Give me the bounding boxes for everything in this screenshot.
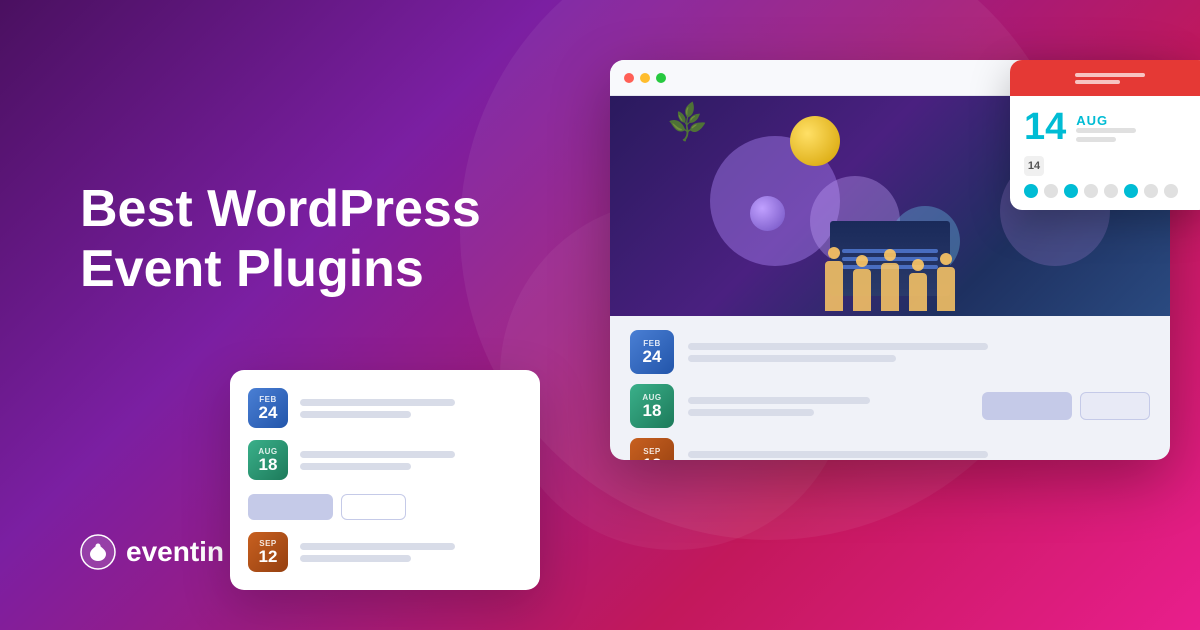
event-line-1a	[688, 343, 988, 350]
cal-dot-1	[1024, 184, 1038, 198]
event-line-2a	[688, 397, 870, 404]
card-line-3a	[300, 543, 455, 550]
calendar-month-area: AUG	[1076, 113, 1136, 142]
card-row-3: SEP 12	[248, 532, 522, 572]
card-line-3b	[300, 555, 411, 562]
event-line-2b	[688, 409, 814, 416]
card-day-2: 18	[259, 456, 278, 473]
hero-text-area: Best WordPress Event Plugins	[80, 180, 481, 300]
event-badge-2: AUG 18	[630, 384, 674, 428]
calendar-day-number: 14	[1024, 108, 1066, 146]
calendar-small-day: 14	[1024, 156, 1044, 176]
cal-line-b	[1076, 137, 1116, 142]
cal-dot-5	[1104, 184, 1118, 198]
people-illustration	[610, 226, 1170, 316]
action-btn-primary[interactable]	[982, 392, 1072, 420]
card-line-1a	[300, 399, 455, 406]
browser-event-list: FEB 24 AUG 18	[610, 316, 1170, 460]
card-line-1b	[300, 411, 411, 418]
cal-dot-7	[1144, 184, 1158, 198]
cal-header-line-1	[1075, 73, 1145, 77]
event-row-1: FEB 24	[630, 330, 1150, 374]
card-badge-1: FEB 24	[248, 388, 288, 428]
card-day-1: 24	[259, 404, 278, 421]
cal-dot-8	[1164, 184, 1178, 198]
calendar-dot-grid	[1024, 184, 1196, 198]
calendar-header	[1010, 60, 1200, 96]
calendar-date-display: 14 AUG	[1024, 108, 1196, 146]
event-badge-1: FEB 24	[630, 330, 674, 374]
event-info-1	[688, 343, 1150, 362]
event-info-2	[688, 397, 968, 416]
window-dot-red	[624, 73, 634, 83]
calendar-month-label: AUG	[1076, 113, 1136, 128]
event-line-1b	[688, 355, 896, 362]
cal-dot-4	[1084, 184, 1098, 198]
event-info-3	[688, 451, 1150, 461]
event-day-2: 18	[643, 402, 662, 419]
person-5	[937, 267, 955, 311]
card-info-3	[300, 543, 522, 562]
cal-dot-6	[1124, 184, 1138, 198]
action-btn-secondary[interactable]	[1080, 392, 1150, 420]
card-info-2	[300, 451, 522, 470]
event-day-1: 24	[643, 348, 662, 365]
card-action-btn-primary[interactable]	[248, 494, 333, 520]
event-line-3a	[688, 451, 988, 458]
eventin-logo-icon	[80, 534, 116, 570]
calendar-body: 14 AUG 14	[1010, 96, 1200, 210]
calendar-month-lines	[1076, 128, 1136, 142]
cal-line-a	[1076, 128, 1136, 133]
person-2	[853, 269, 871, 311]
card-actions	[248, 494, 522, 520]
title-line1: Best WordPress	[80, 180, 481, 238]
title-line2: Event Plugins	[80, 240, 424, 298]
main-heading: Best WordPress Event Plugins	[80, 180, 481, 300]
event-actions-2	[982, 392, 1150, 420]
event-row-3: SEP 12	[630, 438, 1150, 460]
calendar-small-indicator: 14	[1024, 156, 1196, 176]
page-background: Best WordPress Event Plugins eventin 🌿	[0, 0, 1200, 630]
logo-area: eventin	[80, 534, 224, 570]
event-badge-3: SEP 12	[630, 438, 674, 460]
card-day-3: 12	[259, 548, 278, 565]
calendar-widget: 14 AUG 14	[1010, 60, 1200, 210]
card-row-1: FEB 24	[248, 388, 522, 428]
event-day-3: 12	[643, 456, 662, 460]
card-line-2b	[300, 463, 411, 470]
leaf-decoration: 🌿	[664, 99, 711, 145]
calendar-header-lines	[1075, 73, 1145, 84]
card-line-2a	[300, 451, 455, 458]
event-row-2: AUG 18	[630, 384, 1150, 428]
floating-event-card: FEB 24 AUG 18 SEP 12	[230, 370, 540, 590]
sphere-yellow	[790, 116, 840, 166]
card-row-2: AUG 18	[248, 440, 522, 480]
card-badge-2: AUG 18	[248, 440, 288, 480]
cal-dot-2	[1044, 184, 1058, 198]
window-dot-yellow	[640, 73, 650, 83]
card-badge-3: SEP 12	[248, 532, 288, 572]
window-dot-green	[656, 73, 666, 83]
logo-text: eventin	[126, 536, 224, 568]
card-action-btn-secondary[interactable]	[341, 494, 406, 520]
cal-header-line-2	[1075, 80, 1120, 84]
person-3	[881, 263, 899, 311]
person-1	[825, 261, 843, 311]
cal-dot-3	[1064, 184, 1078, 198]
card-info-1	[300, 399, 522, 418]
person-4	[909, 273, 927, 311]
